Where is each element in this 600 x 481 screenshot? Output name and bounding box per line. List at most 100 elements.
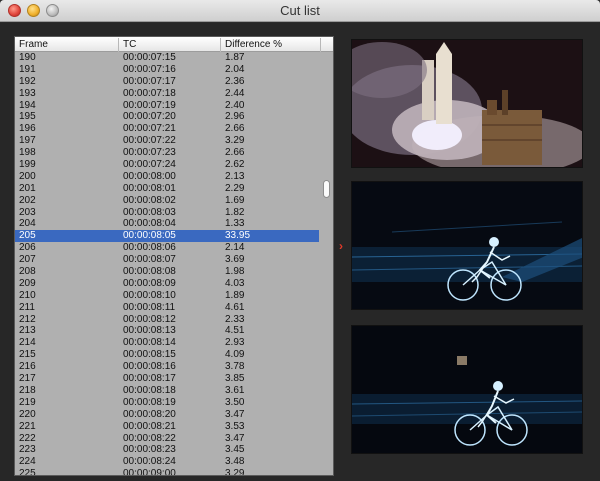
cell-difference: 3.61 xyxy=(225,384,245,396)
cell-timecode: 00:00:08:01 xyxy=(123,182,176,194)
cell-frame: 214 xyxy=(19,337,36,349)
cell-timecode: 00:00:08:14 xyxy=(123,337,176,349)
table-row[interactable]: 214 00:00:08:14 2.93 xyxy=(15,337,319,349)
cell-timecode: 00:00:08:00 xyxy=(123,170,176,182)
cell-difference: 3.47 xyxy=(225,408,245,420)
table-row[interactable]: 217 00:00:08:17 3.85 xyxy=(15,373,319,385)
cell-frame: 202 xyxy=(19,194,36,206)
table-header: Frame TC Difference % xyxy=(15,37,333,52)
cell-frame: 209 xyxy=(19,277,36,289)
table-body: 190 00:00:07:15 1.87 191 00:00:07:16 2.04 192 0… xyxy=(15,52,319,476)
cell-frame: 213 xyxy=(19,325,36,337)
table-row[interactable]: 197 00:00:07:22 3.29 xyxy=(15,135,319,147)
preview-frame-after xyxy=(351,325,583,454)
cell-difference: 3.47 xyxy=(225,432,245,444)
cell-timecode: 00:00:08:19 xyxy=(123,396,176,408)
table-row[interactable]: 221 00:00:08:21 3.53 xyxy=(15,421,319,433)
cell-timecode: 00:00:08:15 xyxy=(123,349,176,361)
table-row[interactable]: 216 00:00:08:16 3.78 xyxy=(15,361,319,373)
cell-timecode: 00:00:08:17 xyxy=(123,373,176,385)
cell-difference: 2.36 xyxy=(225,75,245,87)
cell-difference: 3.29 xyxy=(225,135,245,147)
table-row[interactable]: 205 00:00:08:05 33.95 xyxy=(15,230,319,243)
cell-timecode: 00:00:07:19 xyxy=(123,99,176,111)
cell-frame: 197 xyxy=(19,135,36,147)
column-header-frame[interactable]: Frame xyxy=(15,38,119,52)
table-row[interactable]: 191 00:00:07:16 2.04 xyxy=(15,64,319,76)
cell-difference: 3.45 xyxy=(225,444,245,456)
cell-timecode: 00:00:08:24 xyxy=(123,456,176,468)
table-row[interactable]: 212 00:00:08:12 2.33 xyxy=(15,314,319,326)
vertical-scrollbar[interactable] xyxy=(319,52,333,475)
cell-frame: 198 xyxy=(19,147,36,159)
cell-difference: 2.66 xyxy=(225,147,245,159)
table-row[interactable]: 193 00:00:07:18 2.44 xyxy=(15,88,319,100)
table-row[interactable]: 220 00:00:08:20 3.47 xyxy=(15,409,319,421)
cell-timecode: 00:00:08:16 xyxy=(123,361,176,373)
cell-timecode: 00:00:08:23 xyxy=(123,444,176,456)
cell-timecode: 00:00:09:00 xyxy=(123,468,176,476)
cell-timecode: 00:00:08:12 xyxy=(123,313,176,325)
table-row[interactable]: 203 00:00:08:03 1.82 xyxy=(15,207,319,219)
cell-timecode: 00:00:08:08 xyxy=(123,266,176,278)
cell-difference: 4.03 xyxy=(225,277,245,289)
table-row[interactable]: 223 00:00:08:23 3.45 xyxy=(15,444,319,456)
table-row[interactable]: 215 00:00:08:15 4.09 xyxy=(15,349,319,361)
cell-timecode: 00:00:07:15 xyxy=(123,52,176,63)
table-row[interactable]: 202 00:00:08:02 1.69 xyxy=(15,195,319,207)
table-row[interactable]: 210 00:00:08:10 1.89 xyxy=(15,290,319,302)
cell-frame: 208 xyxy=(19,266,36,278)
table-row[interactable]: 222 00:00:08:22 3.47 xyxy=(15,433,319,445)
cell-frame: 192 xyxy=(19,75,36,87)
cell-frame: 193 xyxy=(19,87,36,99)
cell-frame: 225 xyxy=(19,468,36,476)
cell-frame: 224 xyxy=(19,456,36,468)
title-bar: Cut list xyxy=(0,0,600,22)
cell-difference: 2.44 xyxy=(225,87,245,99)
cell-timecode: 00:00:07:22 xyxy=(123,135,176,147)
table-row[interactable]: 213 00:00:08:13 4.51 xyxy=(15,325,319,337)
cell-frame: 222 xyxy=(19,432,36,444)
column-header-tc[interactable]: TC xyxy=(119,38,221,52)
cell-frame: 210 xyxy=(19,289,36,301)
table-row[interactable]: 208 00:00:08:08 1.98 xyxy=(15,266,319,278)
cut-list-table[interactable]: Frame TC Difference % 190 00:00:07:15 1.87… xyxy=(14,36,334,476)
cell-difference: 3.48 xyxy=(225,456,245,468)
main-content: Frame TC Difference % 190 00:00:07:15 1.87… xyxy=(0,23,600,481)
table-row[interactable]: 225 00:00:09:00 3.29 xyxy=(15,468,319,476)
table-row[interactable]: 201 00:00:08:01 2.29 xyxy=(15,183,319,195)
cell-frame: 190 xyxy=(19,52,36,63)
table-row[interactable]: 206 00:00:08:06 2.14 xyxy=(15,242,319,254)
table-row[interactable]: 224 00:00:08:24 3.48 xyxy=(15,456,319,468)
cell-timecode: 00:00:07:24 xyxy=(123,159,176,171)
cell-timecode: 00:00:07:17 xyxy=(123,75,176,87)
cell-difference: 1.82 xyxy=(225,206,245,218)
table-row[interactable]: 207 00:00:08:07 3.69 xyxy=(15,254,319,266)
table-row[interactable]: 192 00:00:07:17 2.36 xyxy=(15,76,319,88)
table-row[interactable]: 211 00:00:08:11 4.61 xyxy=(15,302,319,314)
cell-timecode: 00:00:07:23 xyxy=(123,147,176,159)
cell-difference: 3.78 xyxy=(225,361,245,373)
table-row[interactable]: 196 00:00:07:21 2.66 xyxy=(15,123,319,135)
cell-difference: 4.51 xyxy=(225,325,245,337)
table-row[interactable]: 195 00:00:07:20 2.96 xyxy=(15,111,319,123)
table-row[interactable]: 219 00:00:08:19 3.50 xyxy=(15,397,319,409)
column-header-difference[interactable]: Difference % xyxy=(221,38,321,52)
table-row[interactable]: 218 00:00:08:18 3.61 xyxy=(15,385,319,397)
cell-frame: 196 xyxy=(19,123,36,135)
table-row[interactable]: 204 00:00:08:04 1.33 xyxy=(15,218,319,230)
cell-difference: 3.53 xyxy=(225,420,245,432)
table-row[interactable]: 190 00:00:07:15 1.87 xyxy=(15,52,319,64)
table-row[interactable]: 194 00:00:07:19 2.40 xyxy=(15,100,319,112)
cell-difference: 1.89 xyxy=(225,289,245,301)
cell-frame: 191 xyxy=(19,63,36,75)
table-row[interactable]: 198 00:00:07:23 2.66 xyxy=(15,147,319,159)
scrollbar-thumb[interactable] xyxy=(323,180,330,198)
cell-difference: 1.98 xyxy=(225,266,245,278)
cell-frame: 223 xyxy=(19,444,36,456)
table-row[interactable]: 209 00:00:08:09 4.03 xyxy=(15,278,319,290)
cell-frame: 218 xyxy=(19,384,36,396)
table-row[interactable]: 200 00:00:08:00 2.13 xyxy=(15,171,319,183)
table-row[interactable]: 199 00:00:07:24 2.62 xyxy=(15,159,319,171)
cell-difference: 3.29 xyxy=(225,468,245,476)
